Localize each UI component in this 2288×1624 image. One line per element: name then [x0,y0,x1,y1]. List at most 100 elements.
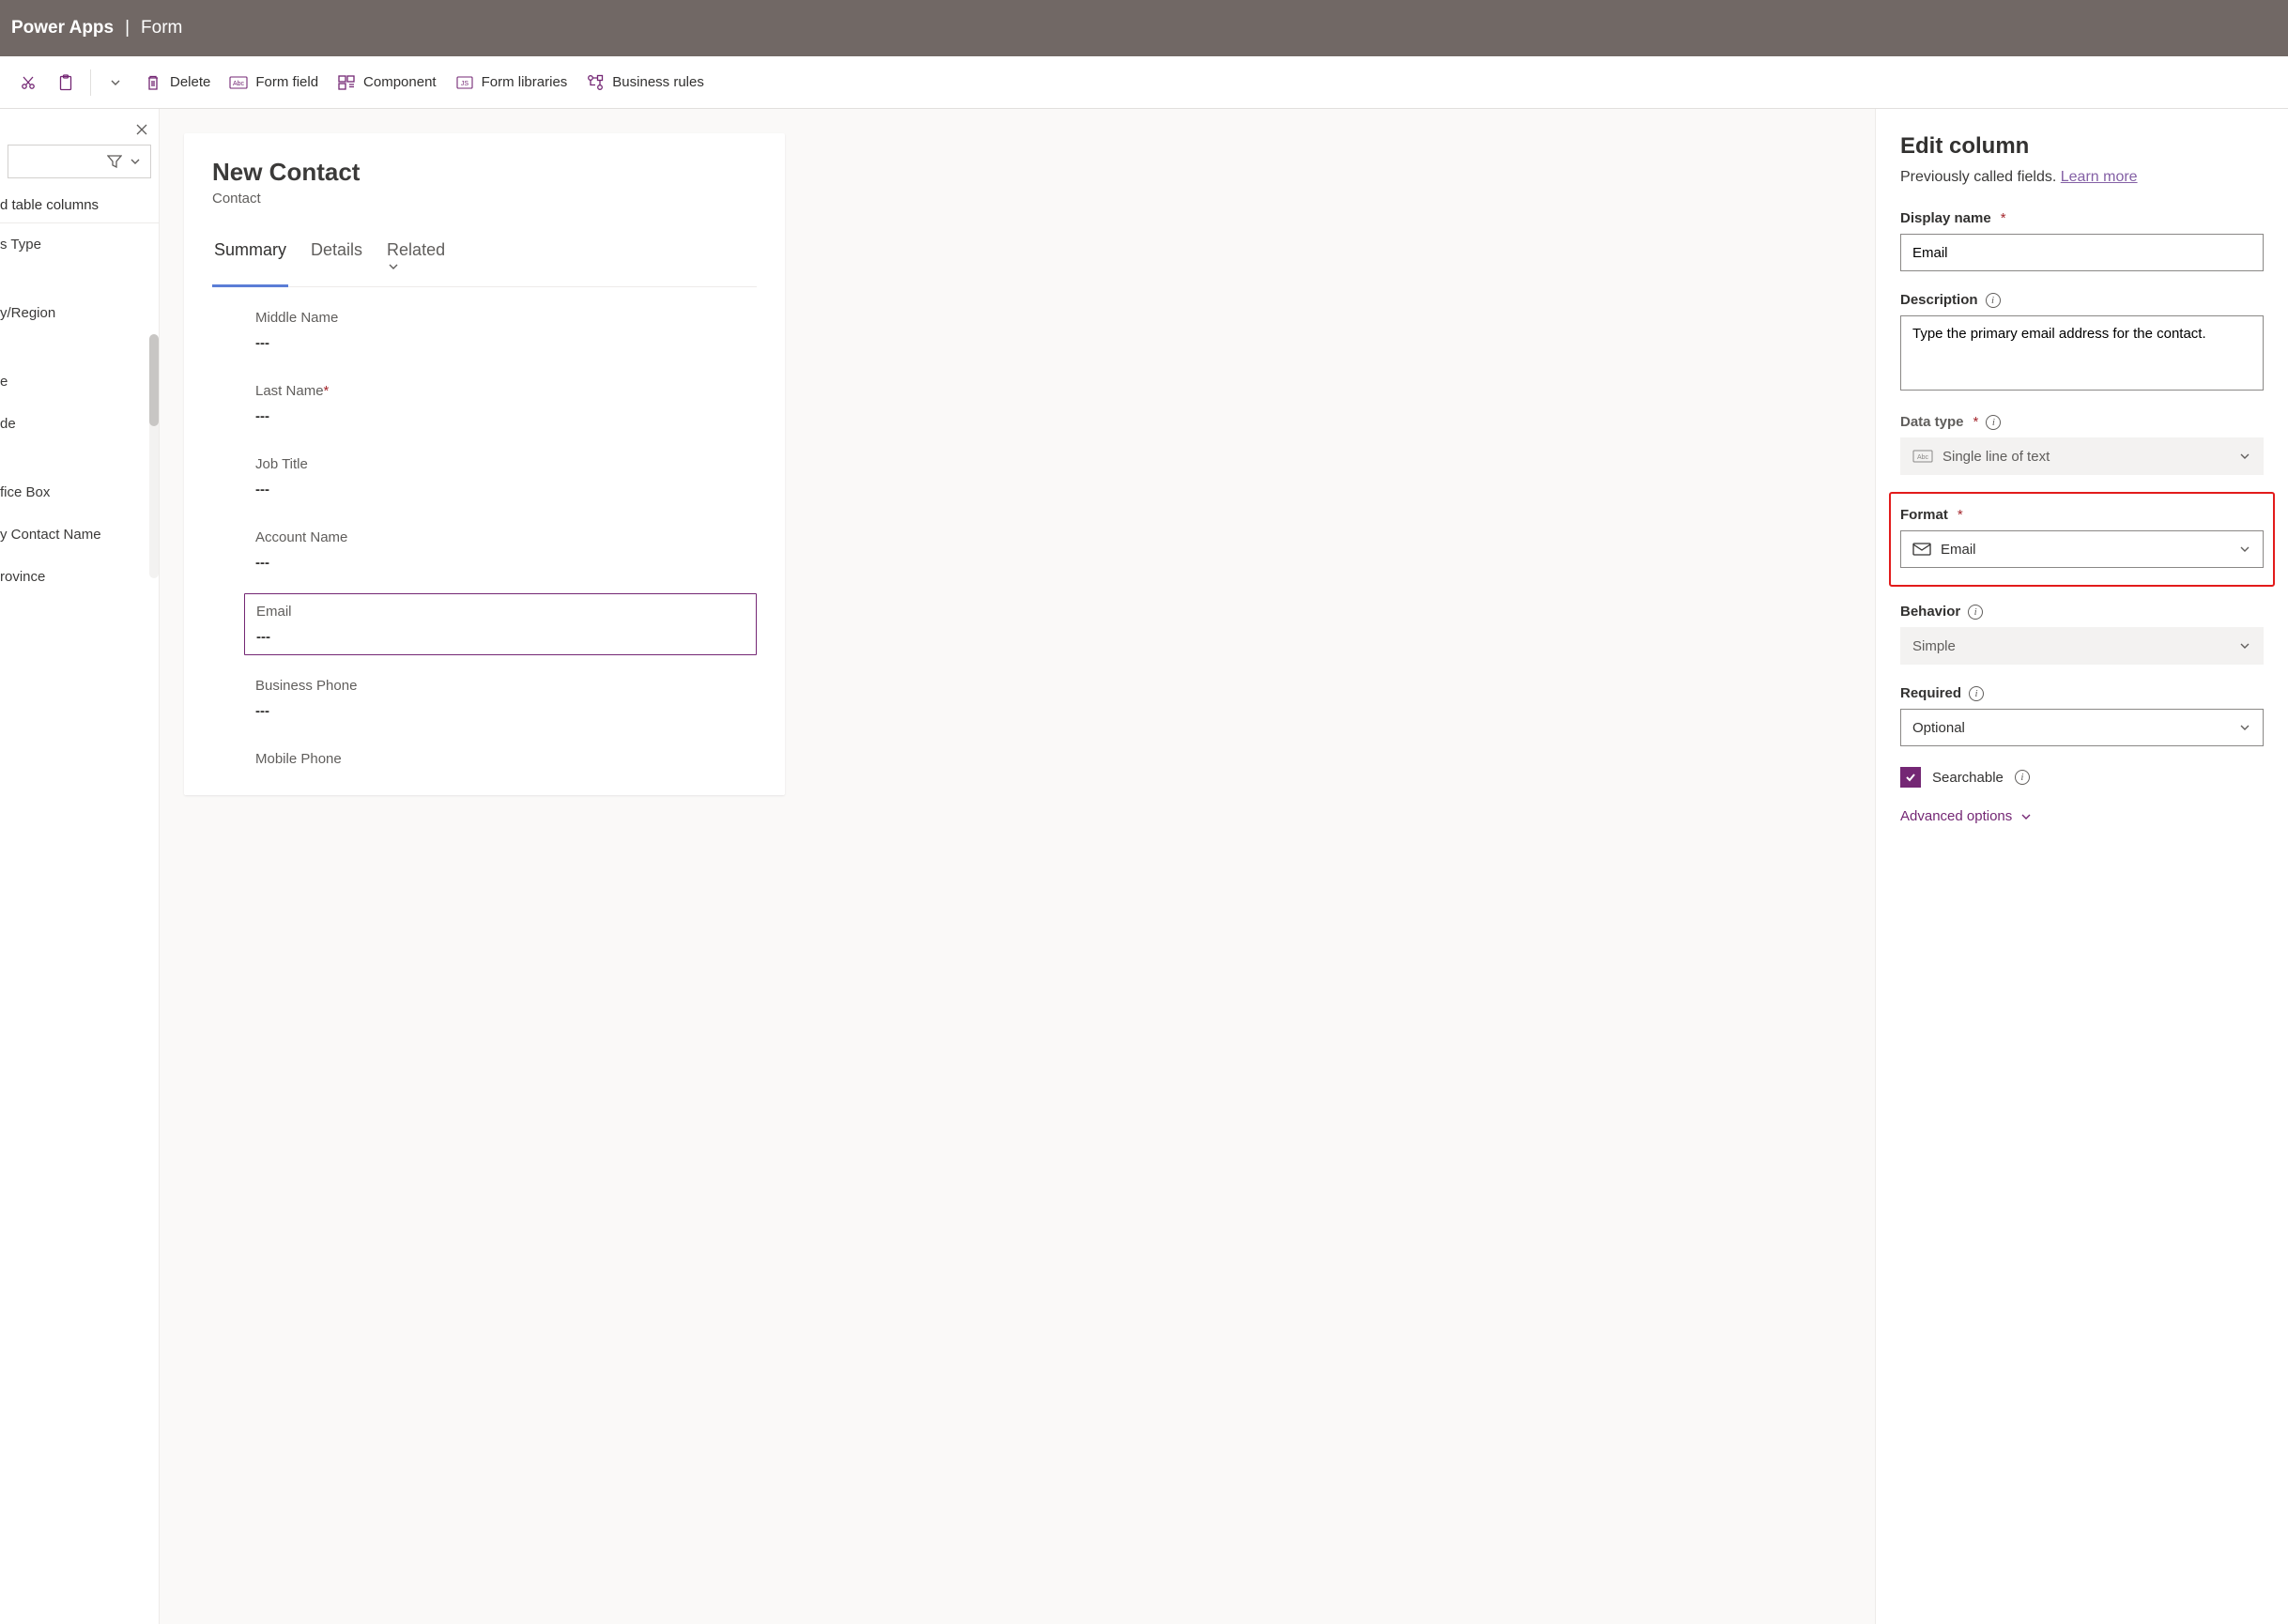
required-value: Optional [1912,720,1965,736]
behavior-label: Behavior [1900,604,1960,620]
advanced-options-toggle[interactable]: Advanced options [1900,808,2264,824]
format-group: Format* Email [1900,507,2264,568]
field-business-phone[interactable]: Business Phone --- [244,668,757,728]
chevron-down-icon [2238,450,2251,463]
edit-column-panel: Edit column Previously called fields. Le… [1875,109,2288,1624]
advanced-label: Advanced options [1900,808,2012,824]
mail-icon [1912,543,1931,556]
table-columns-pane: d table columns s Type y/Region e de fic… [0,109,160,1624]
more-button[interactable] [97,70,134,95]
component-button[interactable]: Component [328,69,446,96]
column-item[interactable]: e [0,360,159,403]
learn-more-link[interactable]: Learn more [2061,169,2138,185]
field-label: Last Name* [255,383,745,399]
field-mobile-phone[interactable]: Mobile Phone [244,742,757,767]
trash-icon [144,74,162,91]
field-middle-name[interactable]: Middle Name --- [244,300,757,360]
format-value: Email [1941,542,1976,558]
abc-icon: Abc [229,76,248,89]
info-icon[interactable]: i [1968,605,1983,620]
behavior-value: Simple [1912,638,1956,654]
clipboard-icon [56,74,75,91]
field-email[interactable]: Email --- [244,593,757,655]
business-rules-button[interactable]: Business rules [576,69,714,97]
field-account-name[interactable]: Account Name --- [244,520,757,580]
behavior-group: Behavior i Simple [1900,604,2264,665]
column-item[interactable]: rovince [0,556,159,598]
field-job-title[interactable]: Job Title --- [244,447,757,507]
tab-related[interactable]: Related [385,231,453,286]
form-libraries-label: Form libraries [482,74,568,90]
chevron-down-icon [2019,810,2033,823]
info-icon[interactable]: i [1969,686,1984,701]
chevron-down-icon [387,260,451,273]
display-name-input[interactable] [1900,234,2264,271]
description-group: Description i [1900,292,2264,393]
section-title: d table columns [0,188,159,223]
paste-button[interactable] [47,69,84,97]
info-icon[interactable]: i [2015,770,2030,785]
column-item[interactable]: y Contact Name [0,513,159,556]
info-icon[interactable]: i [1986,415,2001,430]
chevron-down-icon [130,156,141,167]
tab-related-label: Related [387,240,445,259]
checkbox-checked-icon[interactable] [1900,767,1921,788]
field-last-name[interactable]: Last Name* --- [244,374,757,434]
svg-text:Abc: Abc [1917,454,1929,461]
component-icon [337,75,356,90]
scrollbar-thumb[interactable] [149,334,159,426]
behavior-select: Simple [1900,627,2264,665]
required-select[interactable]: Optional [1900,709,2264,746]
column-item[interactable] [0,334,159,360]
column-item[interactable]: y/Region [0,292,159,334]
scrollbar-track [149,334,159,578]
format-select[interactable]: Email [1900,530,2264,568]
app-name: Power Apps [11,18,114,38]
searchable-row[interactable]: Searchable i [1900,767,2264,788]
column-item[interactable]: s Type [0,223,159,266]
display-name-group: Display name* [1900,210,2264,271]
field-value: --- [255,703,745,719]
abc-icon: Abc [1912,450,1933,463]
field-label: Account Name [255,529,745,545]
required-group: Required i Optional [1900,685,2264,746]
form-tabs: Summary Details Related [212,231,757,287]
column-item[interactable]: de [0,403,159,445]
filter-box[interactable] [8,145,151,178]
column-item[interactable]: fice Box [0,471,159,513]
form-field-label: Form field [255,74,318,90]
chevron-down-icon [106,76,125,89]
form-title: New Contact [212,158,757,187]
form-entity: Contact [212,191,757,207]
form-libraries-button[interactable]: JS Form libraries [446,69,577,96]
svg-text:Abc: Abc [233,81,245,87]
description-label: Description [1900,292,1978,308]
tab-summary[interactable]: Summary [212,231,288,286]
data-type-value: Single line of text [1942,449,2050,465]
breadcrumb-separator: | [125,18,130,38]
field-value: --- [255,335,745,351]
searchable-label: Searchable [1932,770,2004,786]
app-header: Power Apps | Form [0,0,2288,56]
js-icon: JS [455,76,474,89]
chevron-down-icon [2238,543,2251,556]
delete-button[interactable]: Delete [134,69,220,97]
info-icon[interactable]: i [1986,293,2001,308]
close-pane-button[interactable] [134,122,149,137]
required-label: Required [1900,685,1961,701]
description-input[interactable] [1900,315,2264,391]
field-value: --- [255,555,745,571]
component-label: Component [363,74,437,90]
form-field-button[interactable]: Abc Form field [220,69,328,96]
flow-icon [586,74,605,91]
column-item[interactable] [0,266,159,292]
svg-text:JS: JS [461,81,469,87]
chevron-down-icon [2238,639,2251,652]
data-type-label: Data type [1900,414,1964,430]
field-value: --- [256,629,745,645]
business-rules-label: Business rules [612,74,704,90]
cut-button[interactable] [9,69,47,96]
tab-details[interactable]: Details [309,231,364,286]
panel-title: Edit column [1900,133,2264,160]
column-item[interactable] [0,445,159,471]
